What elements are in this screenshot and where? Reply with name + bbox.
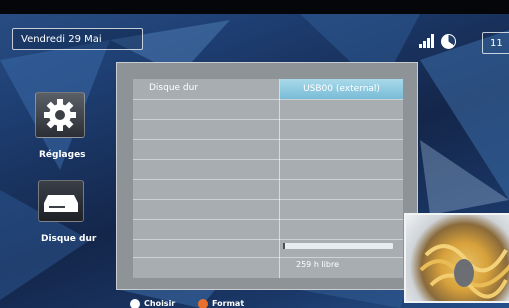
clock-display: 11	[482, 32, 509, 54]
free-space-label: 259 h libre	[296, 260, 339, 269]
usb-device-item[interactable]: USB00 (external)	[280, 79, 403, 99]
table-row-divider	[133, 159, 403, 160]
table-row-divider	[133, 257, 403, 258]
table-row-divider	[133, 99, 403, 100]
sidebar-item-disque-dur[interactable]	[38, 180, 84, 222]
sidebar-item-reglages[interactable]	[35, 92, 85, 138]
sidebar-item-label: Réglages	[39, 150, 86, 160]
table-row-divider	[133, 119, 403, 120]
table-row-divider	[133, 239, 403, 240]
orange-button-icon	[198, 299, 208, 308]
video-preview	[404, 213, 509, 303]
footer-hints: Choisir Format	[0, 296, 509, 308]
hint-format: Format	[212, 299, 245, 308]
storage-table: Disque dur USB00 (external) 259 h libre	[133, 79, 403, 278]
signal-strength-icon	[419, 34, 437, 48]
capacity-fill	[283, 243, 286, 249]
tv-screen: Vendredi 29 Mai 11 Réglages Disque dur D…	[0, 0, 509, 308]
capacity-bar	[283, 243, 393, 249]
sidebar-item-label: Disque dur	[41, 234, 97, 244]
table-row-divider	[133, 179, 403, 180]
tv-bezel	[0, 0, 509, 14]
table-row-divider	[133, 219, 403, 220]
column-header-disque: Disque dur	[149, 83, 199, 93]
table-row-divider	[133, 139, 403, 140]
ok-button-icon	[130, 299, 140, 308]
date-display: Vendredi 29 Mai	[12, 28, 143, 50]
hint-choisir: Choisir	[144, 299, 176, 308]
gear-icon	[44, 99, 76, 131]
hard-drive-icon	[44, 195, 78, 212]
pie-timer-icon	[441, 34, 456, 49]
storage-panel: Disque dur USB00 (external) 259 h libre	[116, 62, 418, 290]
table-row-divider	[133, 199, 403, 200]
column-divider	[279, 79, 280, 278]
preview-image	[419, 244, 509, 299]
